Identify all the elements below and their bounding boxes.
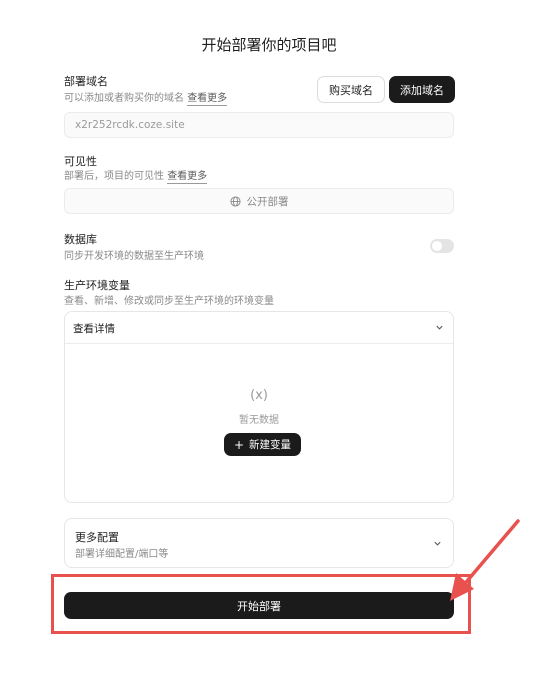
domain-label: 部署域名 [64, 75, 108, 88]
annotation-arrow-icon [450, 519, 520, 601]
new-variable-button[interactable]: + 新建变量 [224, 433, 301, 456]
domain-desc-text: 可以添加或者购买你的域名 [64, 93, 184, 104]
plus-icon: + [233, 437, 245, 452]
visibility-desc: 部署后，项目的可见性 查看更多 [64, 167, 208, 184]
domain-desc: 可以添加或者购买你的域名 查看更多 [64, 89, 228, 106]
database-desc: 同步开发环境的数据至生产环境 [64, 251, 204, 262]
new-variable-label: 新建变量 [249, 439, 292, 451]
chevron-down-icon [436, 325, 443, 330]
page-title: 开始部署你的项目吧 [201, 36, 337, 54]
add-domain-button[interactable]: 添加域名 [389, 76, 455, 103]
empty-state-text: 暂无数据 [239, 415, 279, 426]
visibility-learn-more-link[interactable]: 查看更多 [167, 171, 208, 184]
visibility-desc-text: 部署后，项目的可见性 [64, 171, 164, 182]
toggle-knob [432, 241, 442, 251]
public-deploy-label: 公开部署 [246, 195, 289, 208]
more-config-desc: 部署详细配置/端口等 [75, 549, 169, 560]
empty-state-icon: (x) [250, 388, 268, 403]
buy-domain-button[interactable]: 购买域名 [317, 76, 385, 103]
globe-icon [229, 195, 241, 207]
env-vars-label: 生产环境变量 [64, 279, 130, 292]
env-vars-details-label: 查看详情 [73, 323, 115, 335]
env-vars-details-header[interactable]: 查看详情 [65, 312, 453, 344]
env-vars-panel: 查看详情 (x) 暂无数据 + 新建变量 [64, 311, 454, 503]
database-toggle[interactable] [430, 239, 454, 253]
domain-field[interactable]: x2r252rcdk.coze.site [64, 112, 454, 138]
domain-learn-more-link[interactable]: 查看更多 [187, 93, 228, 106]
more-config-panel[interactable]: 更多配置 部署详细配置/端口等 [64, 518, 454, 568]
start-deploy-button[interactable]: 开始部署 [64, 592, 454, 619]
public-deploy-option[interactable]: 公开部署 [64, 188, 454, 214]
domain-value: x2r252rcdk.coze.site [75, 119, 185, 131]
env-vars-desc: 查看、新增、修改或同步至生产环境的环境变量 [64, 296, 274, 307]
database-label: 数据库 [64, 233, 97, 246]
more-config-title: 更多配置 [75, 531, 119, 544]
